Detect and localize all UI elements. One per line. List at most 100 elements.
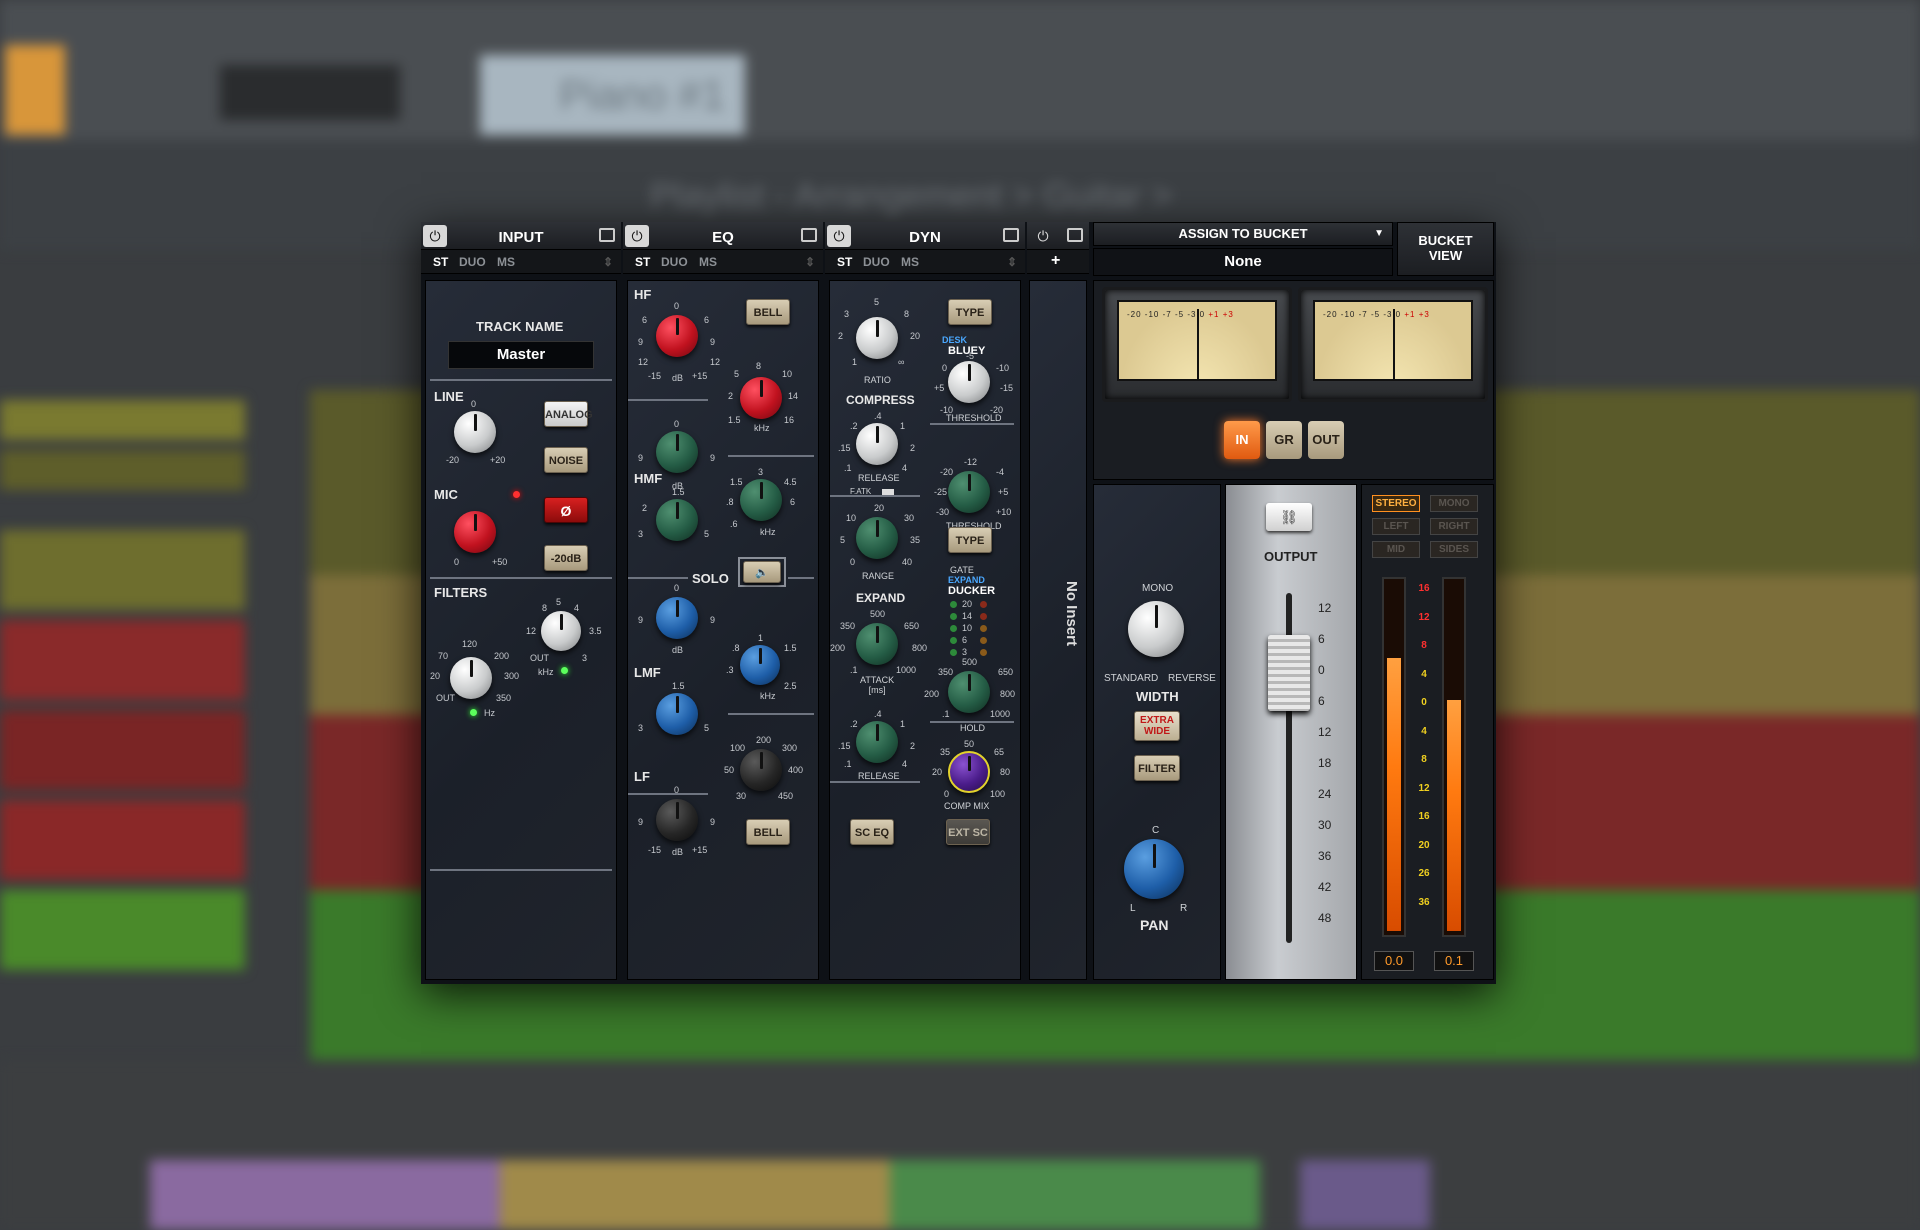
sc-eq-button[interactable]: SC EQ [850,819,894,845]
bucket-value[interactable]: None [1093,248,1393,276]
pan-knob[interactable] [1124,839,1184,899]
ext-sc-button[interactable]: EXT SC [946,819,990,845]
eq-mode-bar: ST DUO MS ⇕ [623,250,823,274]
hf-bell-button[interactable]: BELL [746,299,790,325]
vu-section: -20 -10 -7 -5 -3 0 +1 +3 -20 -10 -7 -5 -… [1093,280,1494,480]
eq-power-icon[interactable]: ⏻ [625,225,649,247]
gr-led-orange [980,613,987,620]
meter-mode-mid[interactable]: MID [1372,541,1420,558]
mic-gain-knob[interactable] [454,511,496,553]
eq-mode-st[interactable]: ST [635,255,650,269]
track-name-field[interactable]: Master [448,341,594,369]
lpf-knob[interactable] [541,611,581,651]
meter-mode-right[interactable]: RIGHT [1430,518,1478,535]
filter-button[interactable]: FILTER [1134,755,1180,781]
noise-button[interactable]: NOISE [544,447,588,473]
eq-strip: ⏻ EQ ST DUO MS ⇕ HF 0 6 6 9 9 12 12 -15 … [623,222,823,984]
extra-wide-button[interactable]: EXTRA WIDE [1134,711,1180,741]
dyn-mode-ms[interactable]: MS [901,255,919,269]
meter-mode-stereo[interactable]: STEREO [1372,495,1420,512]
dyn-window-icon[interactable] [1003,228,1019,242]
meter-tick: 8 [1421,640,1427,651]
dyn-mode-arrow-icon[interactable]: ⇕ [1007,255,1017,269]
hf-q-knob[interactable] [656,431,698,473]
gate-threshold-knob[interactable] [948,471,990,513]
assign-bucket-dropdown[interactable]: ASSIGN TO BUCKET ▼ [1093,222,1393,246]
hf-freq-knob[interactable] [740,377,782,419]
meter-in-button[interactable]: IN [1224,421,1260,459]
input-mode-duo[interactable]: DUO [459,255,486,269]
solo-button[interactable]: 🔈 [738,557,786,587]
input-window-icon[interactable] [599,228,615,242]
fader-tick: 6 [1318,694,1325,708]
add-insert-button[interactable]: + [1051,252,1060,270]
dyn-power-icon[interactable]: ⏻ [827,225,851,247]
phase-button[interactable]: Ø [544,497,588,523]
meter-mode-left[interactable]: LEFT [1372,518,1420,535]
threshold-knob[interactable] [948,361,990,403]
lmf-gain-knob[interactable] [656,597,698,639]
output-fader-handle[interactable] [1268,635,1310,711]
meter-tick: 8 [1421,754,1427,765]
lf-bell-button[interactable]: BELL [746,819,790,845]
input-power-icon[interactable]: ⏻ [423,225,447,247]
hpf-knob[interactable] [450,657,492,699]
hmf-freq-knob[interactable] [740,479,782,521]
eq-mode-arrow-icon[interactable]: ⇕ [805,255,815,269]
desk-option[interactable]: DESK [942,335,967,345]
link-button[interactable]: ⛓ [1266,503,1312,531]
hold-knob[interactable] [948,671,990,713]
hmf-gain-knob[interactable] [656,499,698,541]
dyn-strip: ⏻ DYN ST DUO MS ⇕ 5 3 8 2 20 1 ∞ RATIO T… [825,222,1025,984]
line-gain-knob[interactable] [454,411,496,453]
insert-power-icon[interactable]: ⏻ [1031,225,1055,247]
insert-panel[interactable]: No Insert [1029,280,1087,980]
no-insert-label: No Insert [1063,581,1080,647]
output-meter-panel: STEREO MONO LEFT RIGHT MID SIDES 16 12 8 4 0… [1361,484,1494,980]
fader-scale: 12 6 0 6 12 18 24 30 36 42 48 [1318,601,1348,931]
fader-tick: 48 [1318,911,1332,925]
gate-type-button[interactable]: TYPE [948,527,992,553]
gate-release-knob[interactable] [856,721,898,763]
attack-knob[interactable] [856,623,898,665]
gate-option[interactable]: GATE [950,565,974,575]
compress-label: COMPRESS [846,393,915,407]
lmf-freq-knob[interactable] [740,645,780,685]
comp-release-knob[interactable] [856,423,898,465]
fader-tick: 6 [1318,632,1325,646]
fader-tick: 18 [1318,756,1332,770]
lf-gain-knob[interactable] [656,799,698,841]
bucket-view-button[interactable]: BUCKET VIEW [1397,222,1494,276]
meter-mode-sides[interactable]: SIDES [1430,541,1478,558]
dyn-mode-duo[interactable]: DUO [863,255,890,269]
lf-freq-knob[interactable] [740,749,782,791]
dyn-mode-st[interactable]: ST [837,255,852,269]
gr-led-label: 6 [962,635,968,645]
comp-mix-knob[interactable] [948,751,990,793]
comp-type-button[interactable]: TYPE [948,299,992,325]
pad-button[interactable]: -20dB [544,545,588,571]
lmf-q-knob[interactable] [656,693,698,735]
width-pan-panel: MONO STANDARD REVERSE WIDTH EXTRA WIDE F… [1093,484,1221,980]
fader-tick: 12 [1318,725,1332,739]
eq-mode-duo[interactable]: DUO [661,255,688,269]
width-knob[interactable] [1128,601,1184,657]
eq-mode-ms[interactable]: MS [699,255,717,269]
meter-mode-mono[interactable]: MONO [1430,495,1478,512]
lpf-led [561,667,568,674]
ducker-option[interactable]: DUCKER [948,585,995,597]
meter-out-button[interactable]: OUT [1308,421,1344,459]
input-mode-arrow-icon[interactable]: ⇕ [603,255,613,269]
expand-option[interactable]: EXPAND [948,575,985,585]
insert-window-icon[interactable] [1067,228,1083,242]
range-knob[interactable] [856,517,898,559]
ratio-knob[interactable] [856,317,898,359]
analog-button[interactable]: ANALOG [544,401,593,427]
hf-gain-knob[interactable] [656,315,698,357]
input-mode-ms[interactable]: MS [497,255,515,269]
input-mode-st[interactable]: ST [433,255,448,269]
eq-window-icon[interactable] [801,228,817,242]
meter-tick: 16 [1418,811,1430,822]
meter-tick: 4 [1421,668,1427,680]
meter-gr-button[interactable]: GR [1266,421,1302,459]
